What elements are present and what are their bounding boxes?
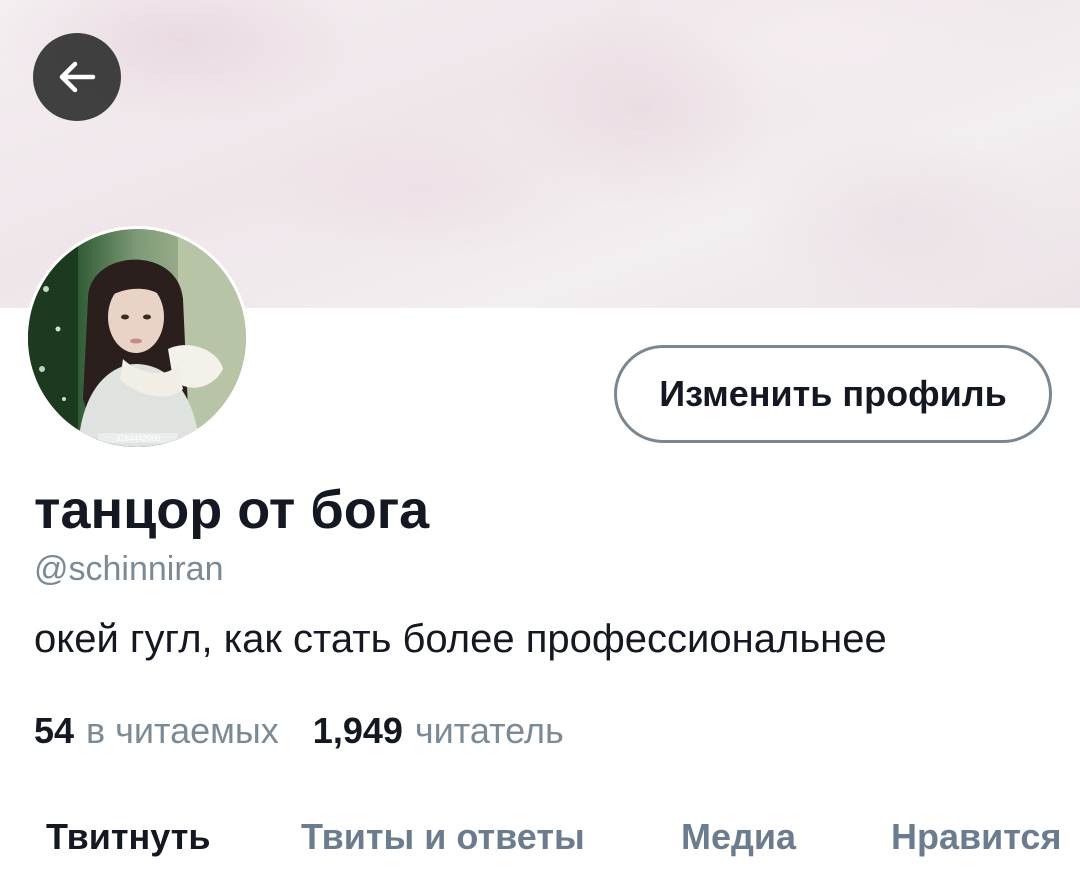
tab-media[interactable]: Медиа xyxy=(681,814,796,860)
followers-label: читатель xyxy=(414,710,564,751)
avatar-photo: 3284442006 xyxy=(28,229,246,447)
avatar[interactable]: 3284442006 xyxy=(25,226,249,450)
avatar-illustration: 3284442006 xyxy=(28,229,246,447)
back-button[interactable] xyxy=(33,33,121,121)
profile-stats: 54 в читаемых 1,949 читатель xyxy=(34,708,564,754)
following-stat[interactable]: 54 в читаемых xyxy=(34,708,279,754)
tab-tweets-and-replies[interactable]: Твиты и ответы xyxy=(301,814,585,860)
following-count: 54 xyxy=(34,710,75,751)
profile-tabs: Твитнуть Твиты и ответы Медиа Нравится xyxy=(0,800,1080,880)
avatar-watermark: 3284442006 xyxy=(116,434,161,443)
tab-likes[interactable]: Нравится xyxy=(891,814,1061,860)
followers-count: 1,949 xyxy=(312,710,403,751)
arrow-left-icon xyxy=(59,61,96,93)
edit-profile-button[interactable]: Изменить профиль xyxy=(614,345,1052,443)
display-name: танцор от бога xyxy=(34,480,430,540)
profile-page: 3284442006 Изменить профиль танцор от бо… xyxy=(0,0,1080,880)
tab-tweets[interactable]: Твитнуть xyxy=(46,814,210,860)
following-label: в читаемых xyxy=(86,710,279,751)
profile-bio: окей гугл, как стать более профессиональ… xyxy=(34,617,887,661)
followers-stat[interactable]: 1,949 читатель xyxy=(313,708,564,754)
username-handle: @schinniran xyxy=(34,550,224,588)
